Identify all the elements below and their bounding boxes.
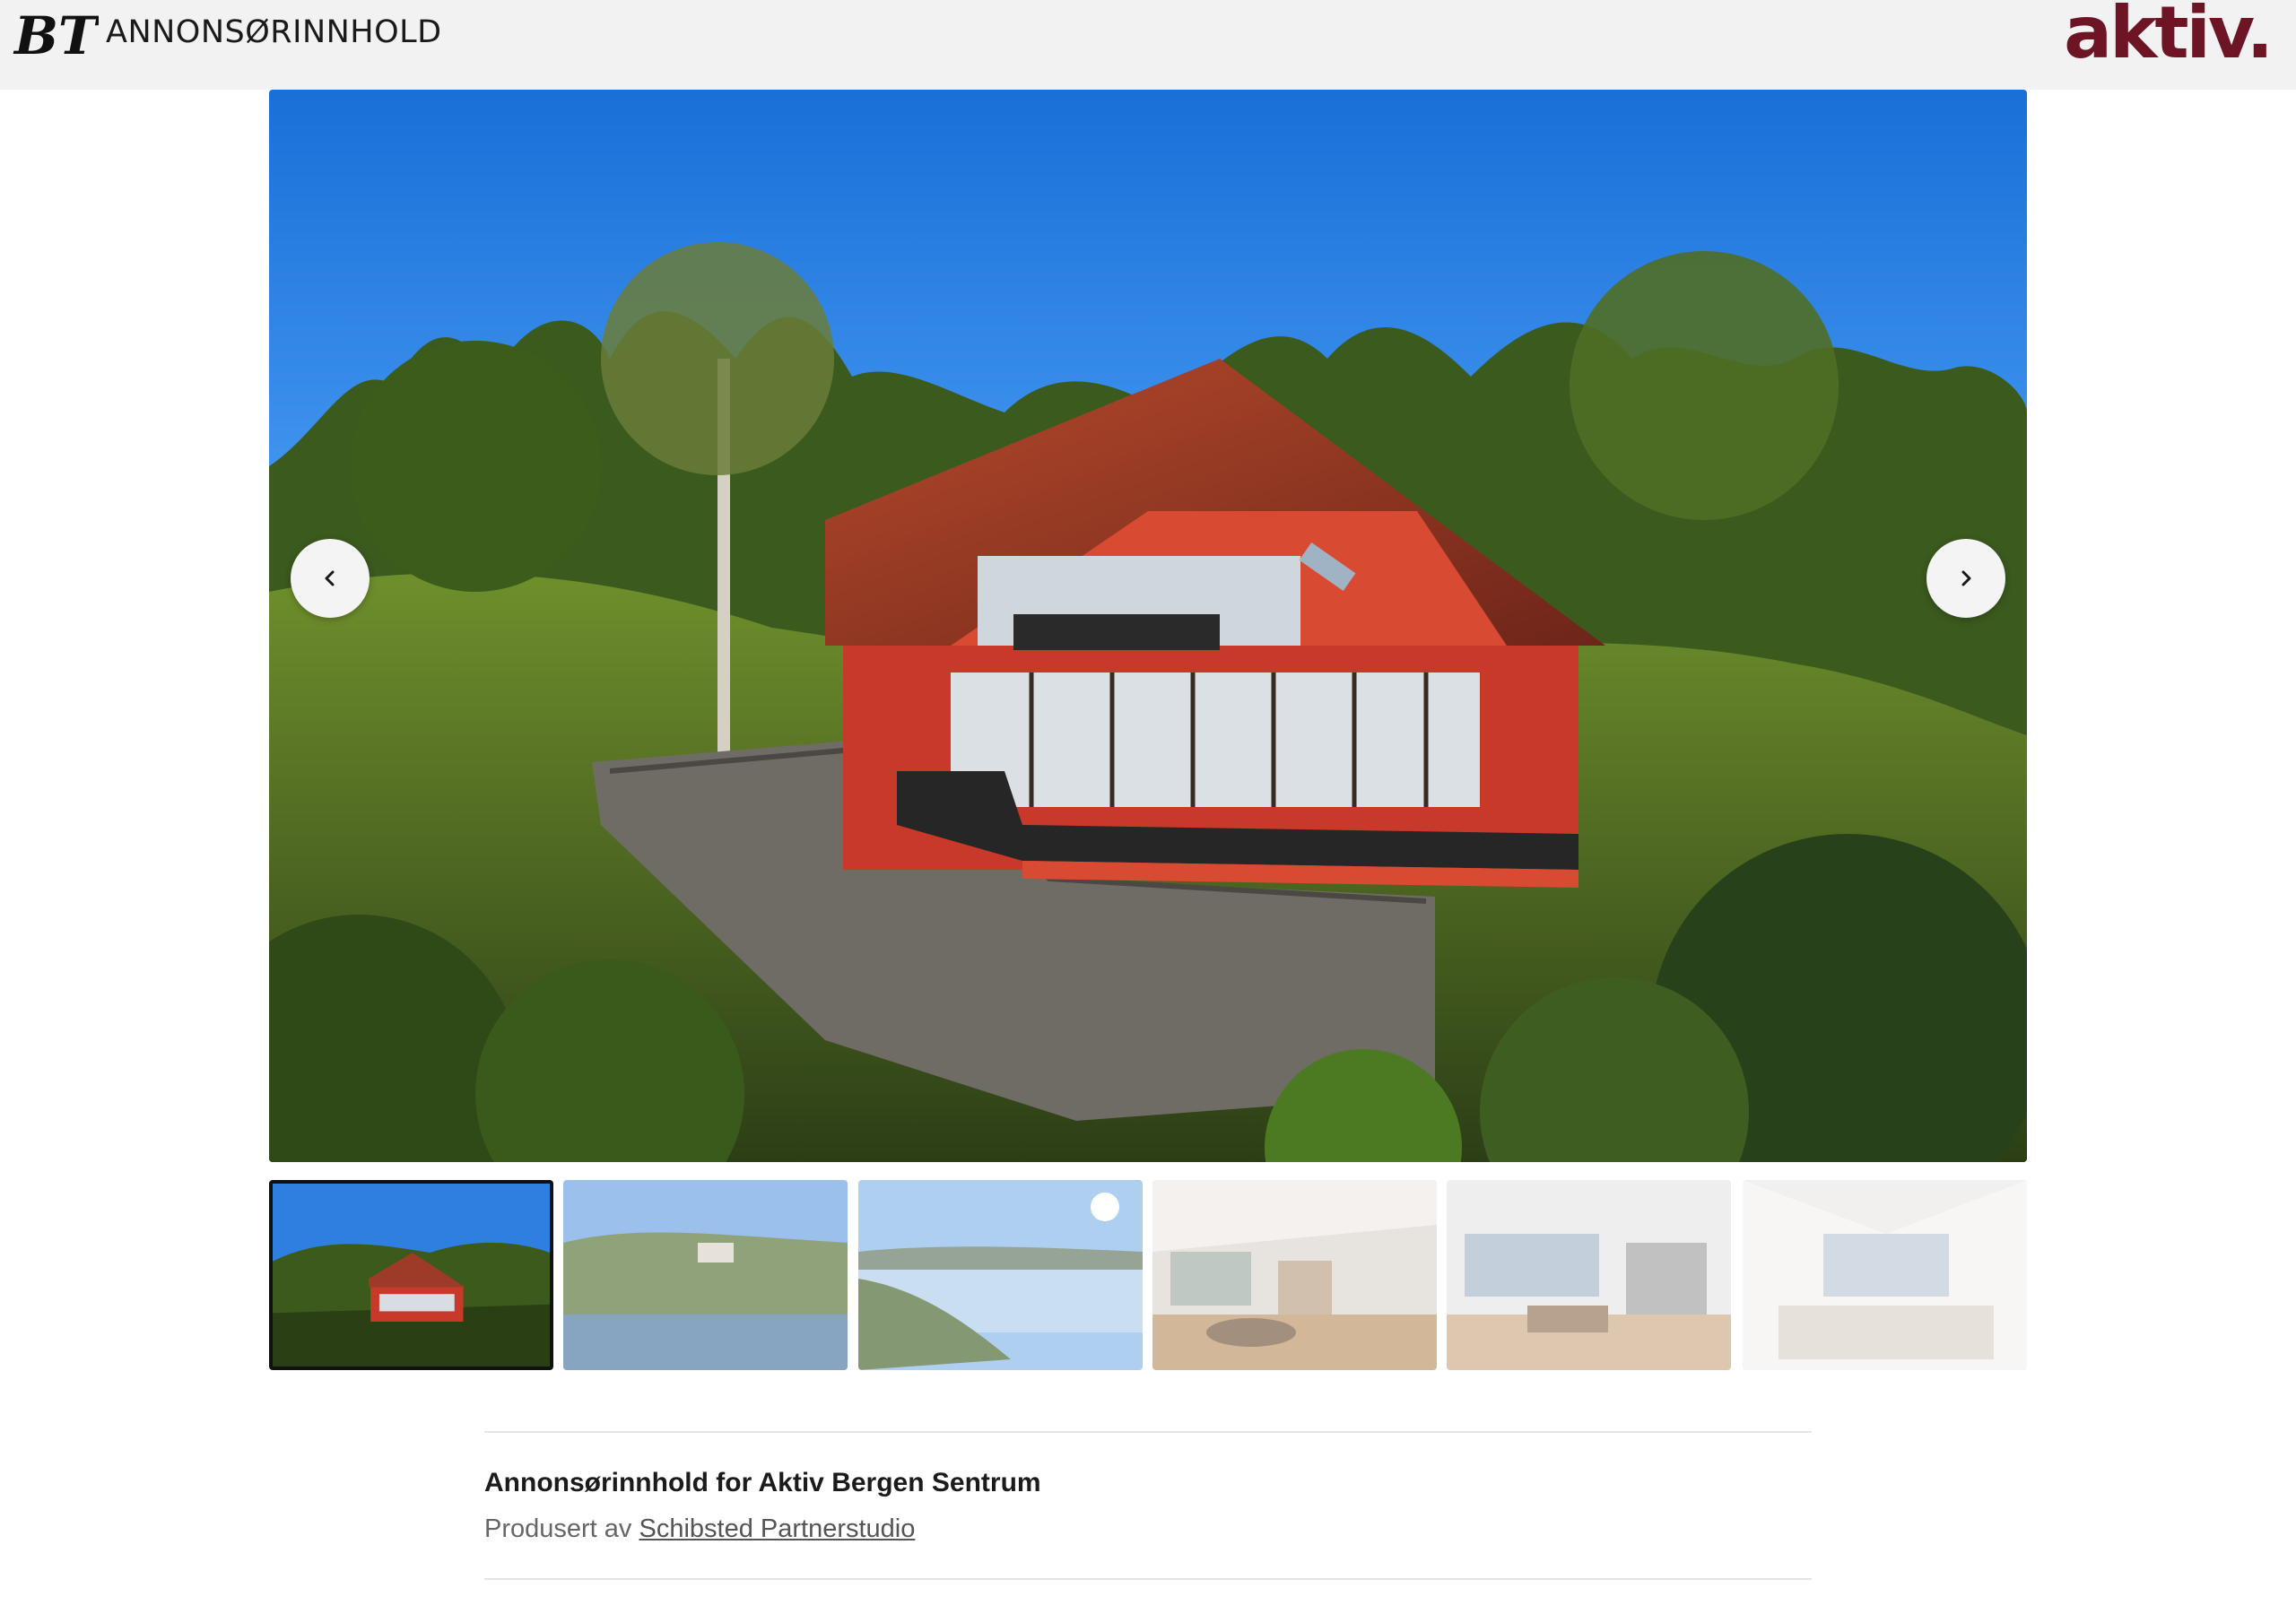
previous-image-button[interactable] bbox=[291, 539, 370, 618]
svg-text:BT: BT bbox=[13, 5, 99, 63]
thumbnail-3[interactable] bbox=[858, 1180, 1143, 1370]
thumbnail-strip bbox=[269, 1180, 2027, 1370]
bt-logo[interactable]: BT bbox=[13, 5, 100, 66]
thumbnail-6[interactable] bbox=[1743, 1180, 2027, 1370]
divider-top bbox=[484, 1431, 1812, 1433]
thumbnail-5[interactable] bbox=[1447, 1180, 1731, 1370]
chevron-left-icon bbox=[325, 570, 335, 586]
next-image-button[interactable] bbox=[1926, 539, 2005, 618]
main-photo[interactable] bbox=[269, 90, 2027, 1162]
chevron-right-icon bbox=[1961, 570, 1971, 586]
sponsored-label: ANNONSØRINNHOLD bbox=[106, 14, 442, 50]
advertiser-logo[interactable]: aktiv. bbox=[2064, 0, 2274, 74]
thumbnail-1[interactable] bbox=[269, 1180, 553, 1370]
divider-bottom bbox=[484, 1578, 1812, 1580]
producer-link[interactable]: Schibsted Partnerstudio bbox=[639, 1514, 915, 1543]
produced-by-label: Produsert av bbox=[484, 1514, 632, 1543]
caption-title: Annonsørinnhold for Aktiv Bergen Sentrum bbox=[484, 1468, 1041, 1497]
caption-producer: Produsert av Schibsted Partnerstudio bbox=[484, 1512, 915, 1546]
thumbnail-2[interactable] bbox=[563, 1180, 848, 1370]
top-bar: BT ANNONSØRINNHOLD aktiv. bbox=[0, 0, 2296, 90]
thumbnail-4[interactable] bbox=[1152, 1180, 1437, 1370]
